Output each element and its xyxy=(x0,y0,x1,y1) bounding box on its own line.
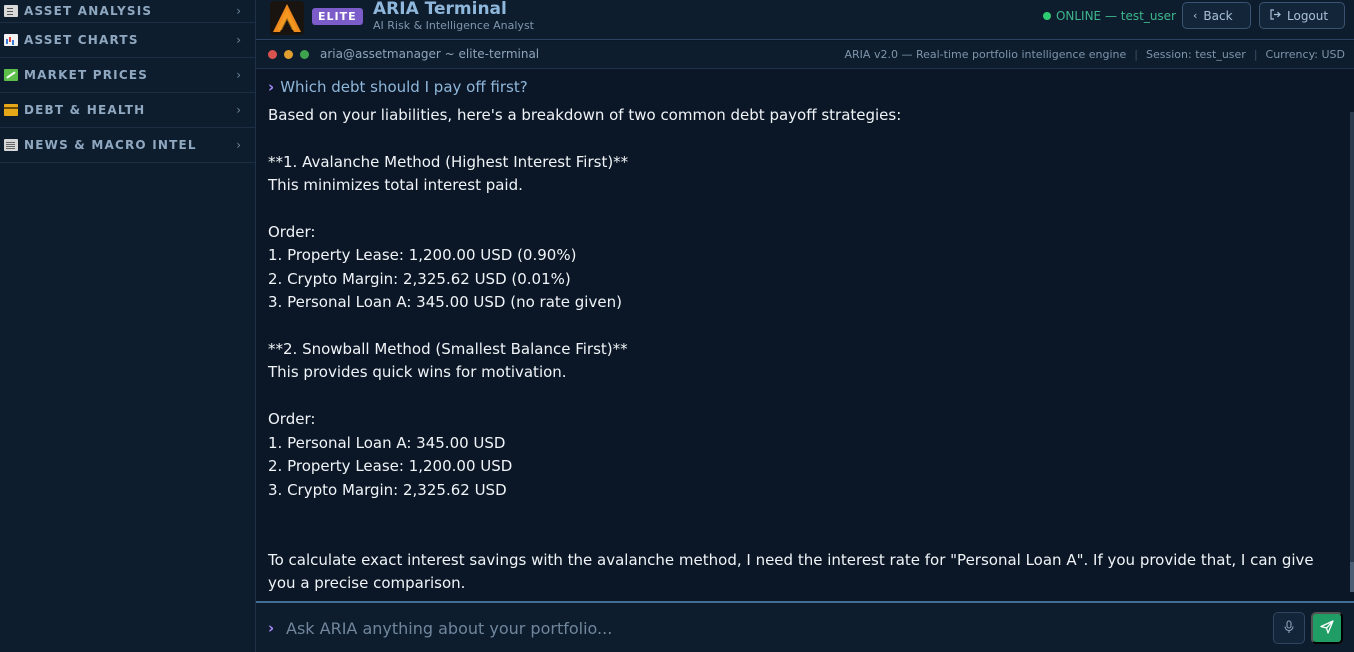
online-status: ONLINE — test_user xyxy=(1042,9,1176,23)
assistant-answer: Based on your liabilities, here's a brea… xyxy=(268,106,1314,593)
elite-badge: ELITE xyxy=(312,8,363,25)
user-question: › Which debt should I pay off first? xyxy=(268,78,528,96)
chat-input[interactable] xyxy=(286,615,1266,641)
back-button[interactable]: ‹ Back xyxy=(1182,2,1251,29)
scrollbar-thumb[interactable] xyxy=(1350,562,1354,592)
send-button[interactable] xyxy=(1311,612,1343,644)
green-dot-icon xyxy=(300,50,309,59)
session-label: Session: test_user xyxy=(1146,48,1246,61)
back-label: Back xyxy=(1203,8,1233,23)
status-text: ONLINE — test_user xyxy=(1055,9,1176,23)
engine-version: ARIA v2.0 — Real-time portfolio intellig… xyxy=(844,48,1127,61)
status-dot-icon xyxy=(1042,12,1051,20)
input-bar: › xyxy=(256,601,1354,652)
sidebar-item-asset-charts[interactable]: ASSET CHARTS › xyxy=(0,23,255,58)
scrollbar[interactable] xyxy=(1350,112,1354,592)
app-header: ELITE ARIA Terminal AI Risk & Intelligen… xyxy=(256,0,1354,40)
sidebar-item-label: MARKET PRICES xyxy=(24,68,149,82)
sidebar-item-label: ASSET ANALYSIS xyxy=(24,4,153,18)
red-dot-icon xyxy=(268,50,277,59)
yellow-dot-icon xyxy=(284,50,293,59)
currency-label: Currency: USD xyxy=(1265,48,1345,61)
trend-chart-icon xyxy=(4,69,18,81)
sidebar-item-news-macro[interactable]: NEWS & MACRO INTEL › xyxy=(0,128,255,163)
chat-area: › Which debt should I pay off first? Base… xyxy=(256,70,1354,601)
sidebar-item-asset-analysis[interactable]: ASSET ANALYSIS › xyxy=(0,0,255,23)
sidebar: ASSET ANALYSIS › ASSET CHARTS › MARKET P… xyxy=(0,0,256,652)
logout-label: Logout xyxy=(1287,8,1329,23)
prompt-chevron-icon: › xyxy=(268,619,275,637)
divider: | xyxy=(1134,48,1139,61)
divider: | xyxy=(1253,48,1258,61)
logout-button[interactable]: Logout xyxy=(1259,2,1345,29)
terminal-info: ARIA v2.0 — Real-time portfolio intellig… xyxy=(845,48,1345,61)
sidebar-item-label: NEWS & MACRO INTEL xyxy=(24,138,197,152)
sidebar-item-label: ASSET CHARTS xyxy=(24,33,139,47)
mic-button[interactable] xyxy=(1273,612,1305,644)
chevron-right-icon: › xyxy=(236,68,241,82)
newspaper-icon xyxy=(4,139,18,151)
chevron-right-icon: › xyxy=(236,33,241,47)
microphone-icon xyxy=(1283,619,1295,637)
app-subtitle: AI Risk & Intelligence Analyst xyxy=(373,19,534,32)
clipboard-icon xyxy=(4,5,18,17)
chevron-left-icon: ‹ xyxy=(1193,9,1198,22)
logout-icon xyxy=(1270,8,1281,23)
sidebar-item-debt-health[interactable]: DEBT & HEALTH › xyxy=(0,93,255,128)
credit-card-icon xyxy=(4,104,18,116)
terminal-path: aria@assetmanager ~ elite-terminal xyxy=(320,47,540,61)
aria-logo xyxy=(270,1,304,35)
chevron-right-icon: › xyxy=(236,4,241,18)
sidebar-item-label: DEBT & HEALTH xyxy=(24,103,146,117)
prompt-chevron-icon: › xyxy=(268,78,275,96)
question-text: Which debt should I pay off first? xyxy=(280,78,528,96)
terminal-bar: aria@assetmanager ~ elite-terminal ARIA … xyxy=(256,41,1354,69)
chevron-right-icon: › xyxy=(236,103,241,117)
sidebar-item-market-prices[interactable]: MARKET PRICES › xyxy=(0,58,255,93)
send-icon xyxy=(1320,619,1334,637)
chevron-right-icon: › xyxy=(236,138,241,152)
app-title: ARIA Terminal xyxy=(373,0,507,19)
bar-chart-icon xyxy=(4,34,18,46)
